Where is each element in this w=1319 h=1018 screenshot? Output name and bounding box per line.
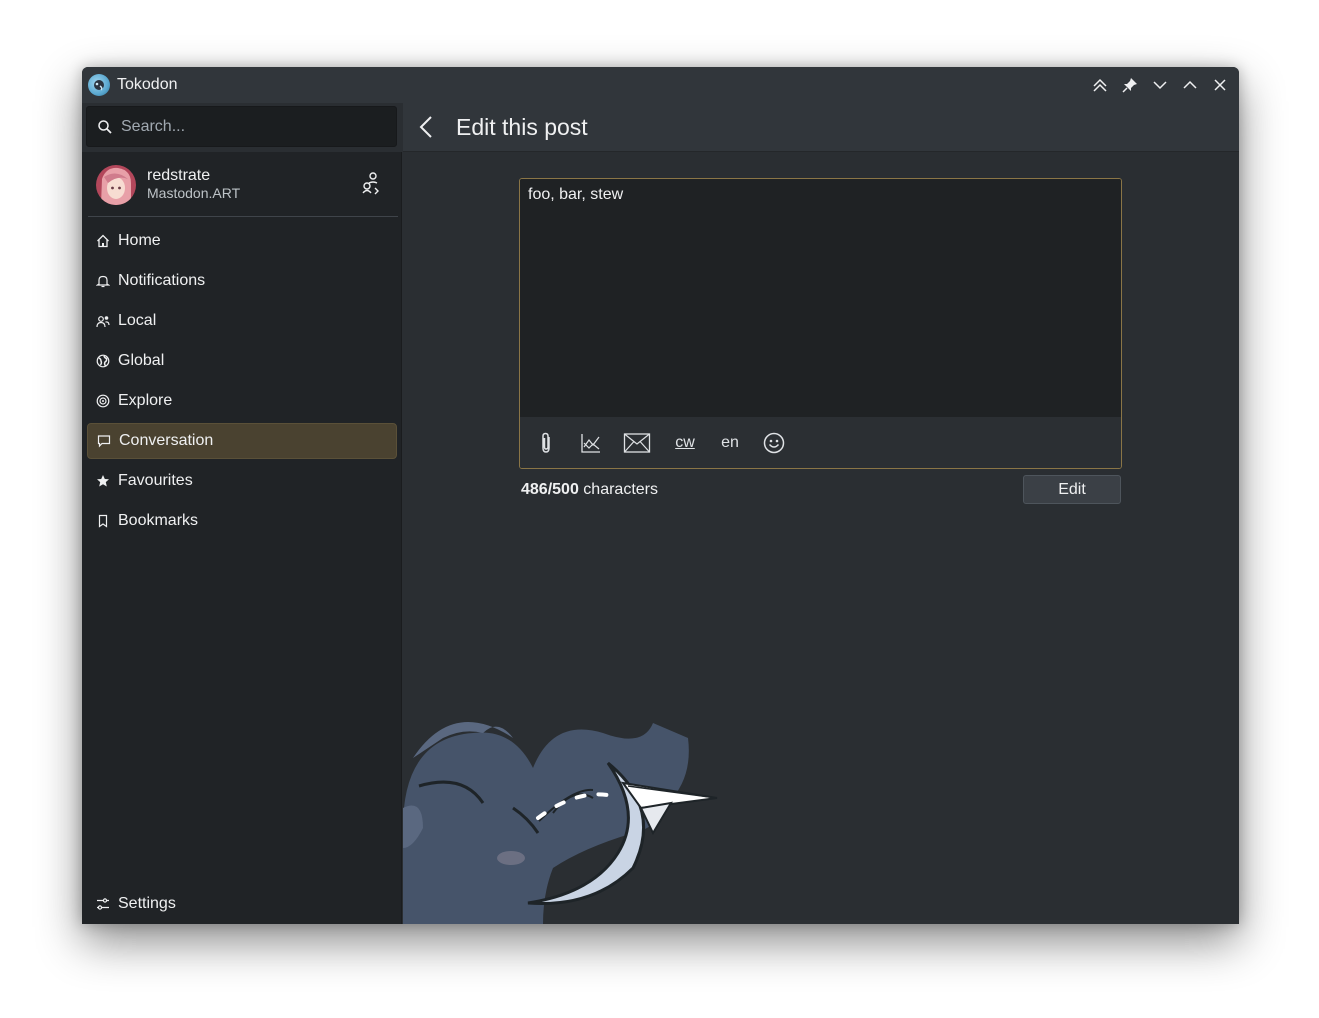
chart-icon bbox=[581, 433, 600, 453]
sidebar-item-home[interactable]: Home bbox=[87, 223, 397, 259]
switch-account-icon[interactable] bbox=[360, 171, 382, 195]
minimize-button[interactable] bbox=[1149, 74, 1171, 96]
post-text-area[interactable]: foo, bar, stew bbox=[520, 179, 1121, 416]
maximize-button[interactable] bbox=[1179, 74, 1201, 96]
sidebar-item-settings[interactable]: Settings bbox=[87, 886, 397, 922]
account-header[interactable]: redstrate Mastodon.ART bbox=[82, 153, 402, 216]
page-header: Edit this post bbox=[403, 103, 1239, 152]
sidebar-item-global[interactable]: Global bbox=[87, 343, 397, 379]
sidebar: redstrate Mastodon.ART Home Notification… bbox=[82, 103, 402, 924]
chevron-up-icon bbox=[1183, 80, 1197, 89]
paperclip-icon bbox=[542, 432, 550, 453]
home-icon bbox=[95, 233, 111, 249]
pin-icon bbox=[1122, 78, 1137, 93]
sidebar-item-local[interactable]: Local bbox=[87, 303, 397, 339]
window-title: Tokodon bbox=[117, 76, 178, 93]
sidebar-item-label: Conversation bbox=[119, 432, 214, 449]
sidebar-item-label: Favourites bbox=[118, 472, 193, 489]
sidebar-item-label: Global bbox=[118, 352, 165, 369]
chevron-left-icon bbox=[419, 116, 432, 138]
emoji-button[interactable] bbox=[762, 426, 786, 460]
character-count-value: 486/500 bbox=[521, 481, 579, 498]
app-window: Tokodon Search... redstrate Mastodon.ART… bbox=[82, 67, 1239, 924]
main-content: Edit this post foo, bar, stew cw en 486/… bbox=[403, 103, 1239, 924]
close-icon bbox=[1214, 79, 1226, 91]
edit-button[interactable]: Edit bbox=[1023, 475, 1121, 504]
bookmark-icon bbox=[95, 513, 111, 529]
search-input[interactable] bbox=[121, 117, 381, 136]
sidebar-item-label: Local bbox=[118, 312, 157, 329]
composer-toolbar: cw en bbox=[520, 417, 1121, 468]
tokodon-logo-icon bbox=[88, 74, 110, 96]
envelope-icon bbox=[623, 432, 651, 453]
compass-icon bbox=[95, 393, 111, 409]
language-button[interactable]: en bbox=[718, 426, 742, 460]
sidebar-item-notifications[interactable]: Notifications bbox=[87, 263, 397, 299]
poll-button[interactable] bbox=[579, 426, 603, 460]
chat-icon bbox=[96, 433, 112, 449]
globe-icon bbox=[95, 353, 111, 369]
sidebar-item-label: Notifications bbox=[118, 272, 206, 289]
emoji-icon bbox=[763, 432, 785, 453]
visibility-button[interactable] bbox=[622, 426, 652, 460]
close-button[interactable] bbox=[1209, 74, 1231, 96]
back-button[interactable] bbox=[413, 113, 441, 141]
title-bar[interactable]: Tokodon bbox=[82, 67, 1239, 103]
post-composer: foo, bar, stew cw en bbox=[519, 178, 1122, 469]
double-chevron-up-icon bbox=[1093, 78, 1107, 92]
star-icon bbox=[95, 473, 111, 489]
pin-button[interactable] bbox=[1119, 74, 1141, 96]
sidebar-item-label: Home bbox=[118, 232, 161, 249]
chevron-down-icon bbox=[1153, 81, 1167, 90]
content-warning-button[interactable]: cw bbox=[672, 426, 698, 460]
keep-above-button[interactable] bbox=[1089, 74, 1111, 96]
account-name: redstrate bbox=[147, 167, 211, 184]
sidebar-nav: Home Notifications Local Global Explore … bbox=[87, 223, 397, 543]
sidebar-item-explore[interactable]: Explore bbox=[87, 383, 397, 419]
attach-button[interactable] bbox=[534, 426, 558, 460]
sidebar-item-favourites[interactable]: Favourites bbox=[87, 463, 397, 499]
search-area bbox=[82, 103, 402, 152]
settings-label: Settings bbox=[118, 895, 176, 912]
settings-sliders-icon bbox=[95, 896, 111, 912]
page-title: Edit this post bbox=[456, 113, 588, 140]
sidebar-item-label: Bookmarks bbox=[118, 512, 199, 529]
bell-icon bbox=[95, 273, 111, 289]
account-server: Mastodon.ART bbox=[147, 185, 241, 201]
character-count-suffix: characters bbox=[583, 481, 658, 498]
search-box[interactable] bbox=[86, 106, 397, 147]
sidebar-item-bookmarks[interactable]: Bookmarks bbox=[87, 503, 397, 539]
sidebar-item-label: Explore bbox=[118, 392, 173, 409]
search-icon bbox=[98, 119, 112, 134]
avatar[interactable] bbox=[96, 164, 136, 205]
mastodon-mascot-illustration bbox=[403, 722, 718, 924]
users-icon bbox=[95, 313, 111, 329]
sidebar-item-conversation[interactable]: Conversation bbox=[87, 423, 397, 459]
character-count: 486/500 characters bbox=[521, 481, 658, 499]
sidebar-divider bbox=[88, 216, 398, 217]
